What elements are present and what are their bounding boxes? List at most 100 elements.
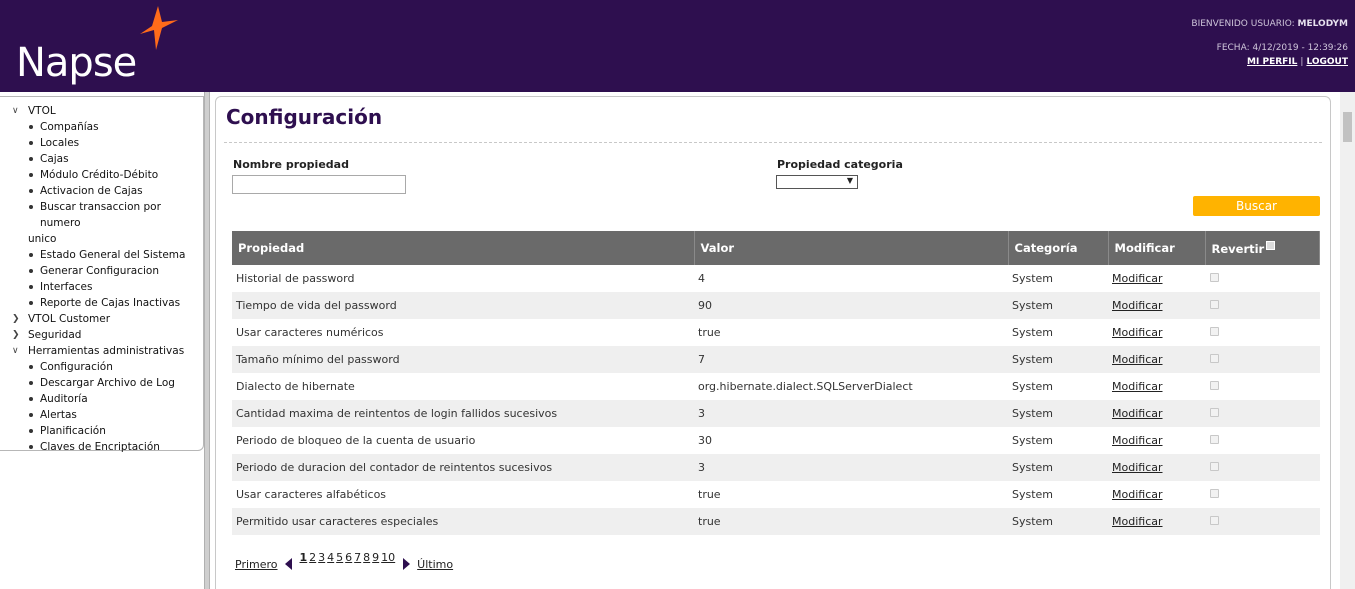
nav-group-vtol[interactable]: ∨ VTOL <box>12 103 198 119</box>
page-number-link[interactable]: 3 <box>318 551 325 564</box>
nav-item-planificacion[interactable]: Planificación <box>12 423 198 439</box>
nav-item-buscar-transaccion-cont[interactable]: unico <box>12 231 198 247</box>
prev-page-icon[interactable] <box>284 558 292 570</box>
chevron-right-icon[interactable]: ❯ <box>12 327 28 343</box>
cell-propiedad: Dialecto de hibernate <box>236 380 355 393</box>
nav-item-interfaces[interactable]: Interfaces <box>12 279 198 295</box>
modificar-link[interactable]: Modificar <box>1112 407 1163 420</box>
modificar-link[interactable]: Modificar <box>1112 488 1163 501</box>
revertir-checkbox[interactable] <box>1210 489 1219 498</box>
nav-item-activacion-cajas[interactable]: Activacion de Cajas <box>12 183 198 199</box>
propiedad-categoria-select[interactable]: ▼ <box>776 175 858 189</box>
nav-item-cajas[interactable]: Cajas <box>12 151 198 167</box>
sidebar-splitter[interactable] <box>204 92 210 589</box>
page-number-link[interactable]: 6 <box>345 551 352 564</box>
nav-item-modulo-credito-debito[interactable]: Módulo Crédito-Débito <box>12 167 198 183</box>
page-number-link[interactable]: 8 <box>363 551 370 564</box>
nav-item-locales[interactable]: Locales <box>12 135 198 151</box>
modificar-link[interactable]: Modificar <box>1112 299 1163 312</box>
first-page-link[interactable]: Primero <box>235 558 278 571</box>
modificar-link[interactable]: Modificar <box>1112 353 1163 366</box>
nav-item-auditoria[interactable]: Auditoría <box>12 391 198 407</box>
revertir-checkbox[interactable] <box>1210 408 1219 417</box>
cell-valor: 4 <box>698 272 705 285</box>
modificar-link[interactable]: Modificar <box>1112 461 1163 474</box>
select-all-checkbox[interactable] <box>1266 240 1276 250</box>
cell-categoria: System <box>1012 488 1054 501</box>
col-propiedad[interactable]: Propiedad <box>232 231 695 265</box>
page-scrollbar[interactable] <box>1340 92 1355 589</box>
page-number-link[interactable]: 2 <box>309 551 316 564</box>
cell-revertir <box>1205 508 1320 535</box>
scrollbar-thumb[interactable] <box>1343 112 1352 142</box>
modificar-link[interactable]: Modificar <box>1112 434 1163 447</box>
modificar-link[interactable]: Modificar <box>1112 515 1163 528</box>
nav-item-reporte-cajas[interactable]: Reporte de Cajas Inactivas <box>12 295 198 311</box>
cell-revertir <box>1205 481 1320 508</box>
revertir-checkbox[interactable] <box>1210 354 1219 363</box>
table-row: Cantidad maxima de reintentos de login f… <box>232 400 1320 427</box>
revertir-checkbox[interactable] <box>1210 381 1219 390</box>
nav-group-seguridad[interactable]: ❯ Seguridad <box>12 327 198 343</box>
config-table: Propiedad Valor Categoría Modificar Reve… <box>232 231 1320 535</box>
logout-link[interactable]: LOGOUT <box>1306 57 1348 67</box>
last-page-link[interactable]: Último <box>417 558 453 571</box>
revertir-checkbox[interactable] <box>1210 273 1219 282</box>
cell-modificar: Modificar <box>1108 454 1205 481</box>
nav-item-claves-encriptacion[interactable]: Claves de Encriptación <box>12 439 198 455</box>
cell-revertir <box>1205 265 1320 292</box>
nav-group-herramientas[interactable]: ∨ Herramientas administrativas <box>12 343 198 359</box>
revertir-checkbox[interactable] <box>1210 435 1219 444</box>
col-valor[interactable]: Valor <box>694 231 1009 265</box>
cell-valor: true <box>698 488 721 501</box>
nav-group-vtol-customer[interactable]: ❯ VTOL Customer <box>12 311 198 327</box>
revertir-checkbox[interactable] <box>1210 516 1219 525</box>
modificar-link[interactable]: Modificar <box>1112 326 1163 339</box>
table-row: Usar caracteres alfabéticos true System Mod… <box>232 481 1320 508</box>
link-separator: | <box>1300 57 1304 67</box>
propiedad-categoria-label: Propiedad categoria <box>777 158 903 171</box>
cell-modificar: Modificar <box>1108 346 1205 373</box>
profile-link[interactable]: MI PERFIL <box>1247 57 1297 67</box>
chevron-right-icon[interactable]: ❯ <box>12 311 28 327</box>
modificar-link[interactable]: Modificar <box>1112 272 1163 285</box>
table-row: Usar caracteres numéricos true System Modif… <box>232 319 1320 346</box>
nav-item-companias[interactable]: Compañías <box>12 119 198 135</box>
col-categoria[interactable]: Categoría <box>1008 231 1109 265</box>
nav-item-estado-general[interactable]: Estado General del Sistema <box>12 247 198 263</box>
cell-valor: 3 <box>694 400 1008 427</box>
revertir-checkbox[interactable] <box>1210 300 1219 309</box>
page-number-link[interactable]: 7 <box>354 551 361 564</box>
cell-propiedad: Cantidad maxima de reintentos de login f… <box>232 400 694 427</box>
nav-group-label: VTOL <box>28 105 56 117</box>
page-number-link[interactable]: 1 <box>300 551 308 564</box>
page-title: Configuración <box>226 105 383 129</box>
cell-revertir <box>1205 346 1320 373</box>
napse-logo: Napse <box>16 40 137 86</box>
nav-item-buscar-transaccion[interactable]: Buscar transaccion por numero <box>12 199 198 231</box>
revertir-checkbox[interactable] <box>1210 327 1219 336</box>
nav-item-configuracion[interactable]: Configuración <box>12 359 198 375</box>
table-row: Tiempo de vida del password 90 System Modif… <box>232 292 1320 319</box>
cell-revertir <box>1205 400 1320 427</box>
cell-revertir <box>1205 292 1320 319</box>
nombre-propiedad-input[interactable] <box>232 175 406 194</box>
next-page-icon[interactable] <box>403 558 411 570</box>
buscar-button[interactable]: Buscar <box>1193 196 1320 216</box>
modificar-link[interactable]: Modificar <box>1112 380 1163 393</box>
chevron-down-icon[interactable]: ∨ <box>12 103 28 119</box>
cell-valor: 7 <box>694 346 1008 373</box>
page-number-link[interactable]: 9 <box>372 551 379 564</box>
nav-item-generar-configuracion[interactable]: Generar Configuracion <box>12 263 198 279</box>
page-number-link[interactable]: 5 <box>336 551 343 564</box>
cell-categoria: System <box>1008 292 1108 319</box>
nav-item-descargar-log[interactable]: Descargar Archivo de Log <box>12 375 198 391</box>
chevron-down-icon[interactable]: ∨ <box>12 343 28 359</box>
revertir-checkbox[interactable] <box>1210 462 1219 471</box>
table-row: Periodo de duracion del contador de rein… <box>232 454 1320 481</box>
nav-item-alertas[interactable]: Alertas <box>12 407 198 423</box>
table-row: Dialecto de hibernate org.hibernate.diale… <box>232 373 1320 400</box>
cell-valor: 30 <box>698 434 712 447</box>
page-number-link[interactable]: 4 <box>327 551 334 564</box>
page-number-link[interactable]: 10 <box>381 551 395 564</box>
